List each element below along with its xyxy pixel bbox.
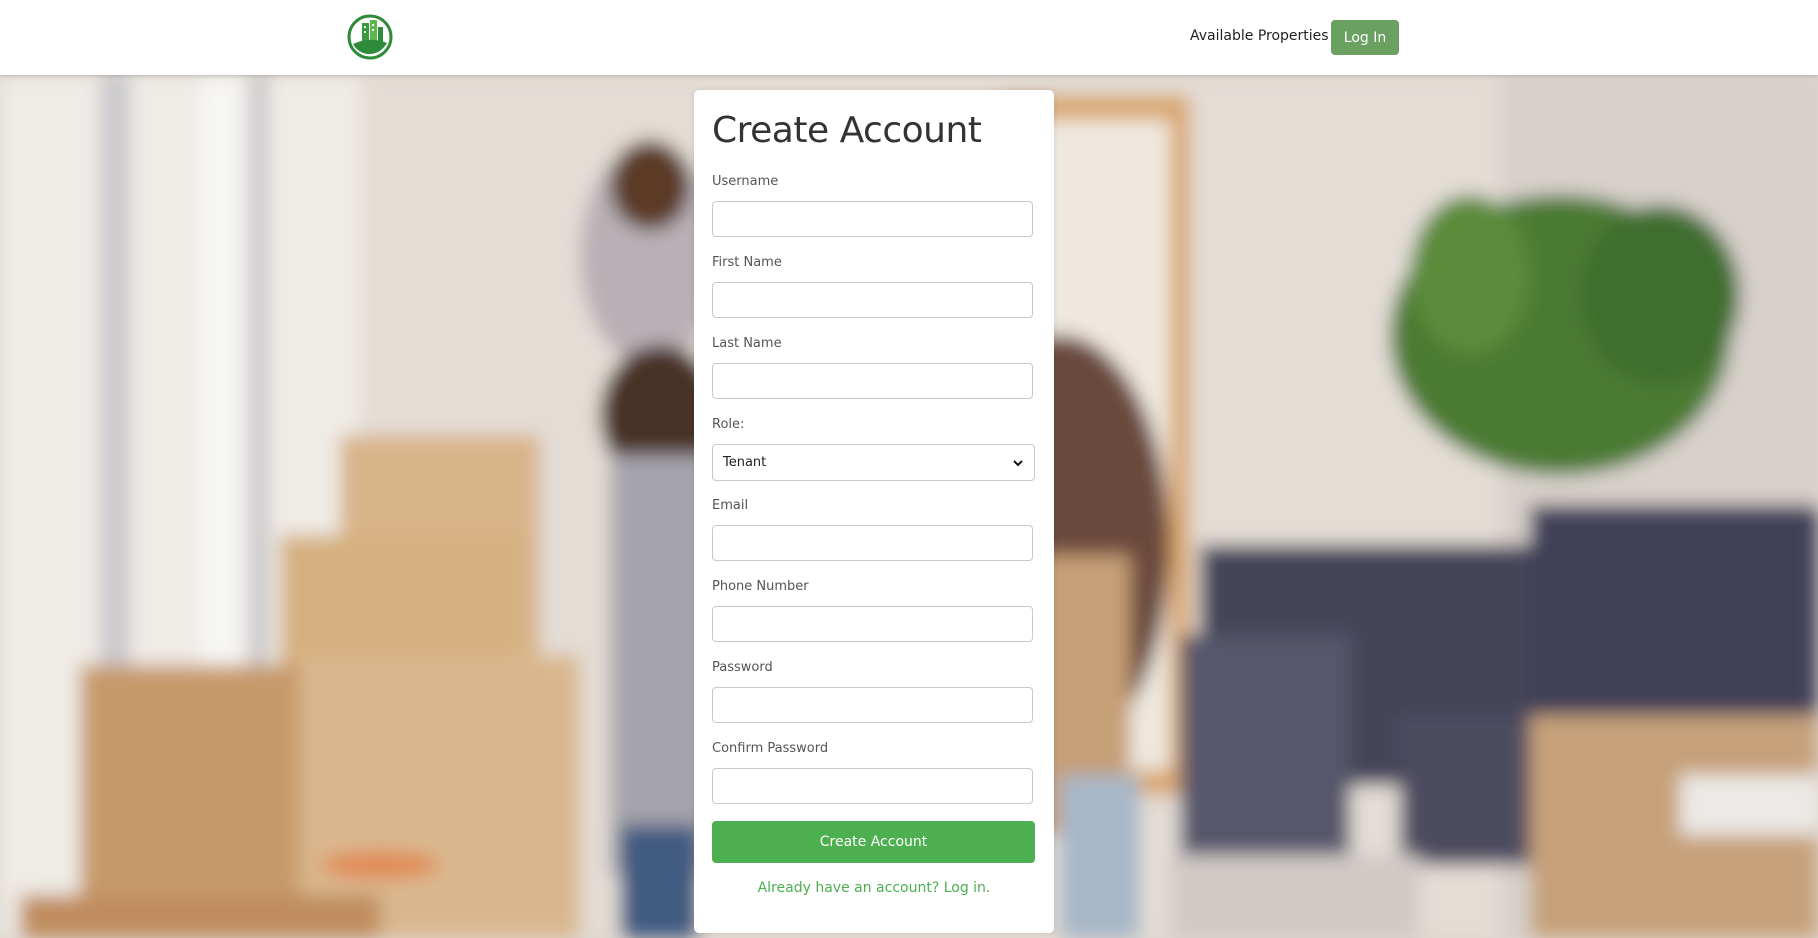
email-label: Email — [712, 498, 749, 513]
last-name-field[interactable] — [712, 363, 1033, 399]
password-field[interactable] — [712, 687, 1033, 723]
create-account-card: Create Account Username First Name Last … — [694, 90, 1054, 933]
confirm-password-field[interactable] — [712, 768, 1033, 804]
role-select[interactable]: Tenant — [712, 444, 1035, 481]
role-label: Role: — [712, 417, 745, 432]
first-name-field[interactable] — [712, 282, 1033, 318]
last-name-label: Last Name — [712, 336, 782, 351]
page-title: Create Account — [712, 110, 982, 151]
username-field[interactable] — [712, 201, 1033, 237]
password-label: Password — [712, 660, 773, 675]
confirm-password-label: Confirm Password — [712, 741, 829, 756]
username-label: Username — [712, 174, 779, 189]
building-logo-icon[interactable] — [347, 14, 393, 60]
role-select-value: Tenant — [723, 455, 767, 470]
create-account-button[interactable]: Create Account — [712, 821, 1035, 863]
login-button[interactable]: Log In — [1331, 20, 1399, 55]
email-field[interactable] — [712, 525, 1033, 561]
login-link[interactable]: Already have an account? Log in. — [694, 880, 1054, 896]
phone-number-field[interactable] — [712, 606, 1033, 642]
phone-number-label: Phone Number — [712, 579, 809, 594]
top-navbar: Available Properties Log In — [0, 0, 1818, 75]
chevron-down-icon — [1013, 459, 1023, 466]
available-properties-link[interactable]: Available Properties — [1190, 28, 1329, 44]
first-name-label: First Name — [712, 255, 782, 270]
